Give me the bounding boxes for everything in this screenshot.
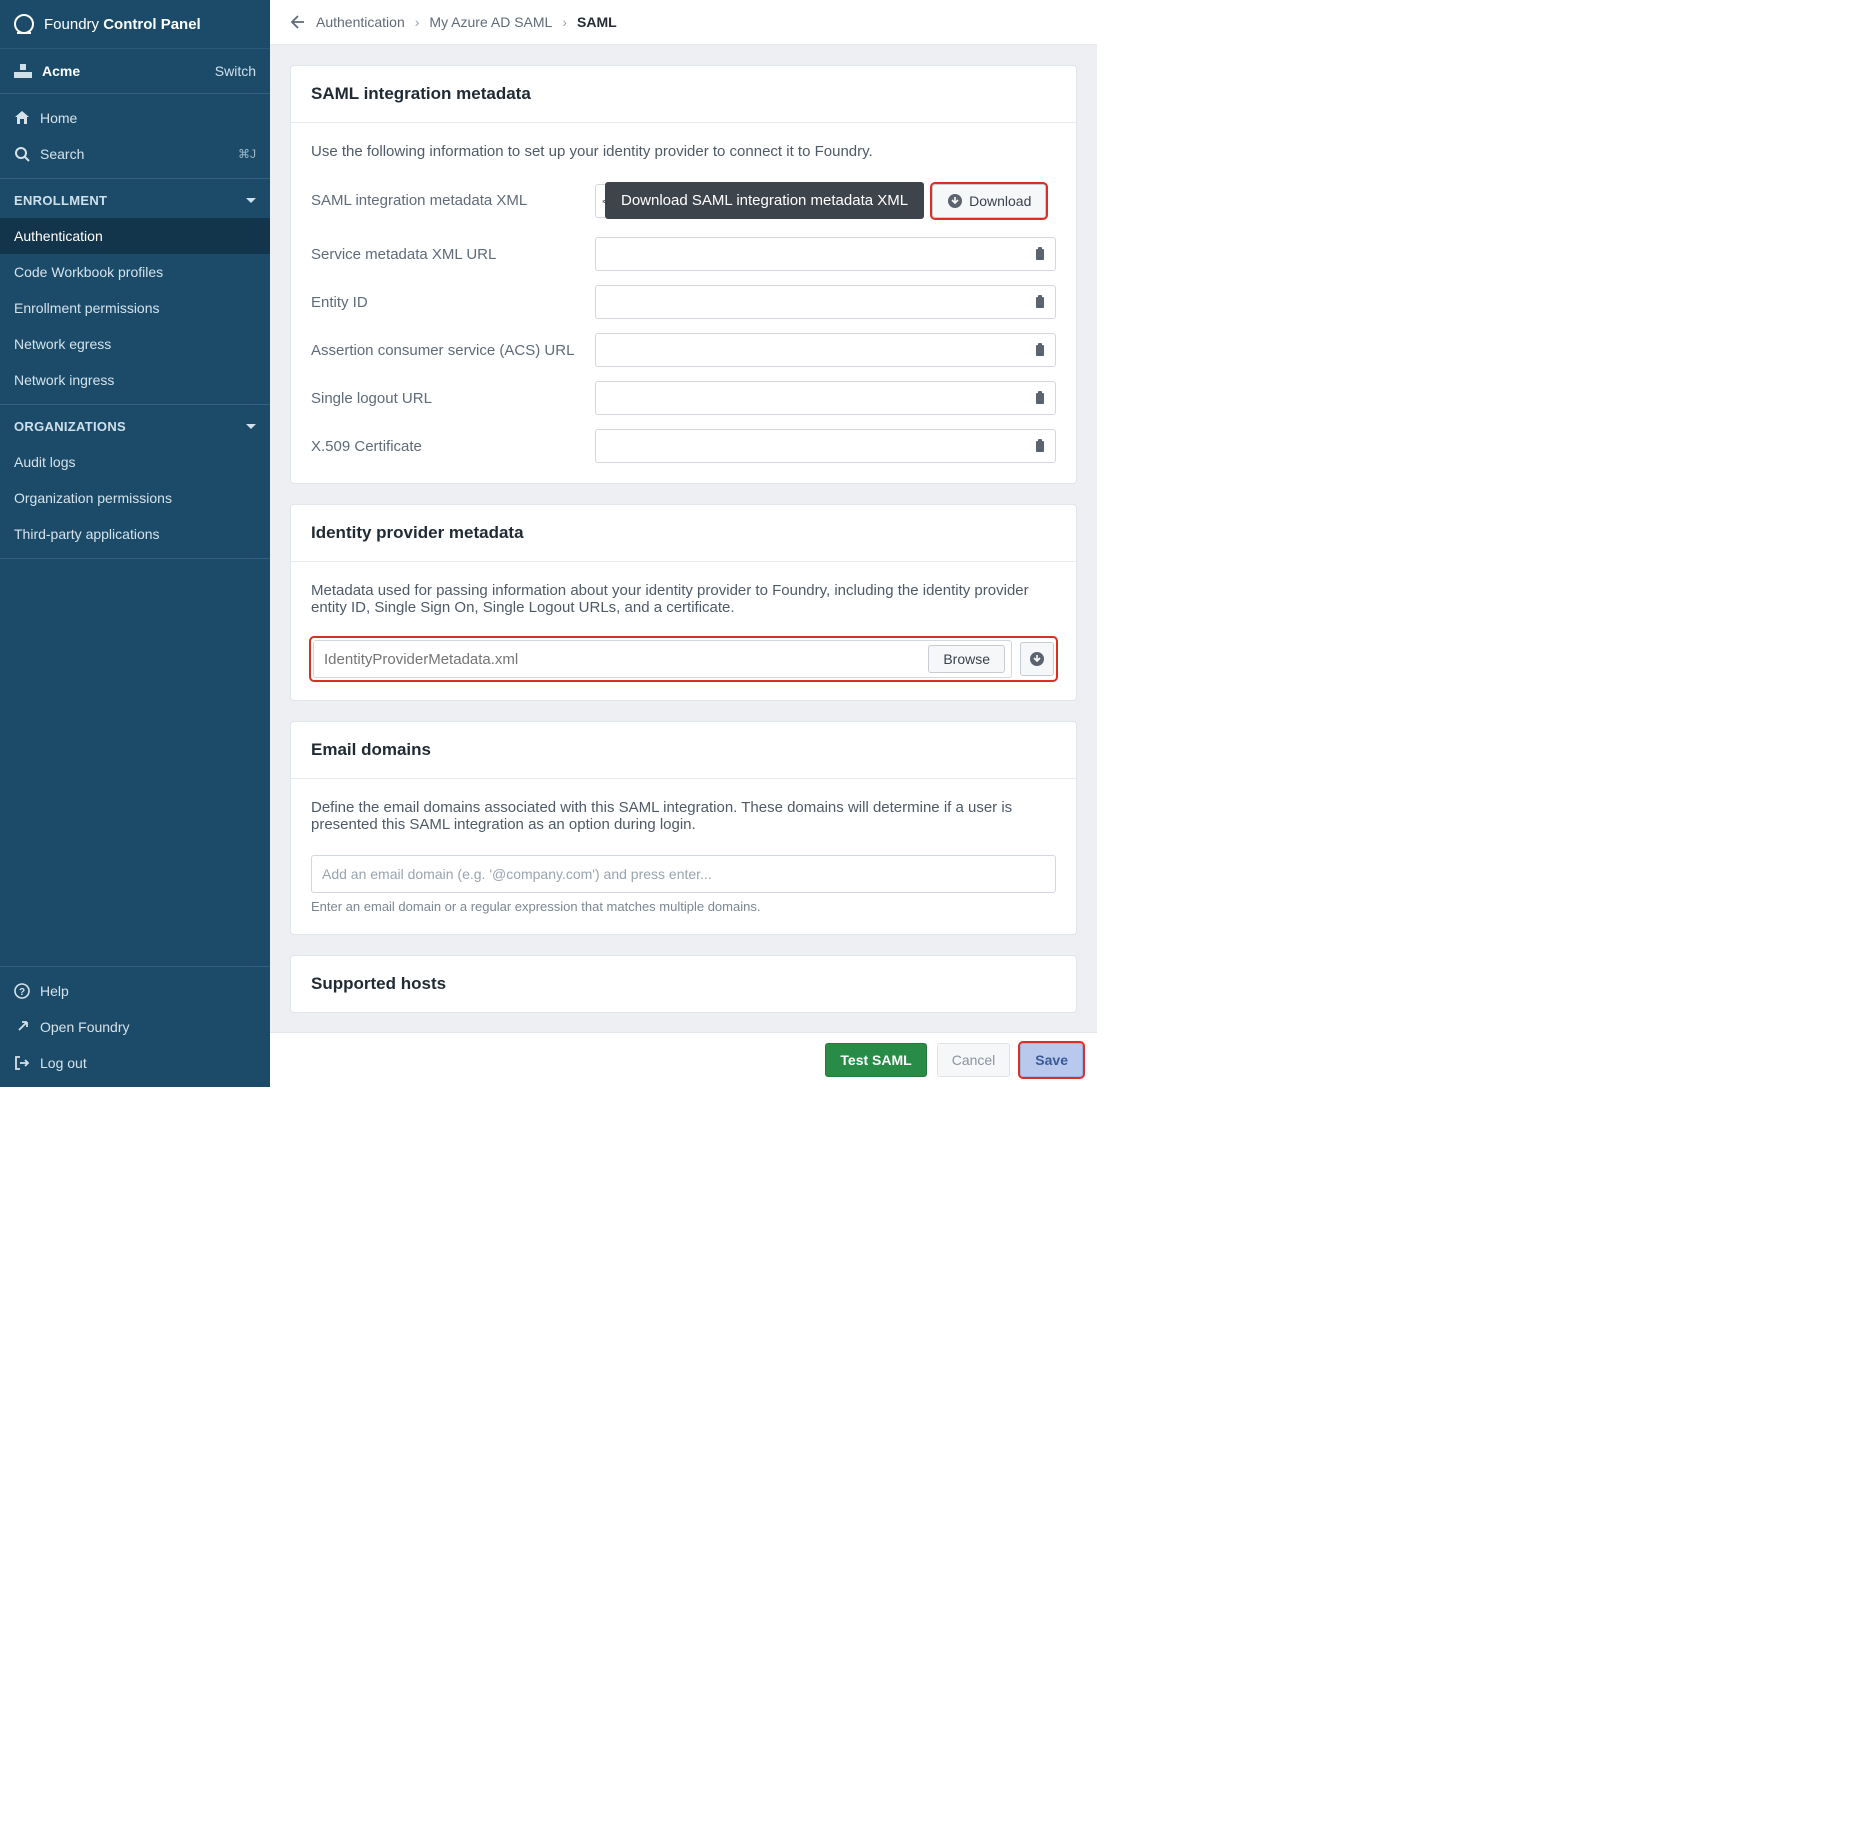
- logout-icon: [14, 1055, 30, 1071]
- chevron-right-icon: ›: [562, 14, 567, 30]
- clipboard-icon[interactable]: [1032, 390, 1048, 406]
- idp-metadata-header: Identity provider metadata: [291, 505, 1076, 562]
- service-url-input[interactable]: [595, 237, 1056, 271]
- chevron-down-icon: [246, 198, 256, 203]
- sidebar: Foundry Control Panel Acme Switch Home: [0, 0, 270, 1087]
- test-saml-button[interactable]: Test SAML: [825, 1043, 926, 1077]
- org-switcher[interactable]: Acme Switch: [0, 49, 270, 94]
- nav-enrollment-ingress[interactable]: Network ingress: [0, 362, 270, 398]
- idp-metadata-desc: Metadata used for passing information ab…: [311, 582, 1056, 616]
- back-arrow-icon[interactable]: [290, 14, 306, 30]
- idp-file-input[interactable]: [324, 651, 920, 668]
- download-icon: [947, 193, 963, 209]
- idp-download-button[interactable]: [1020, 642, 1054, 676]
- nav-enrollment-authentication[interactable]: Authentication: [0, 218, 270, 254]
- email-domains-desc: Define the email domains associated with…: [311, 799, 1056, 833]
- download-tooltip: Download SAML integration metadata XML: [605, 182, 924, 219]
- org-switch-link[interactable]: Switch: [215, 63, 256, 79]
- clipboard-icon[interactable]: [1032, 294, 1048, 310]
- clipboard-icon[interactable]: [1032, 342, 1048, 358]
- footer-actions: Test SAML Cancel Save: [270, 1032, 1097, 1087]
- idp-metadata-card: Identity provider metadata Metadata used…: [290, 504, 1077, 701]
- email-domains-header: Email domains: [291, 722, 1076, 779]
- saml-xml-label: SAML integration metadata XML: [311, 192, 581, 209]
- nav-open-foundry[interactable]: Open Foundry: [0, 1009, 270, 1045]
- brand: Foundry Control Panel: [0, 0, 270, 49]
- entity-id-label: Entity ID: [311, 294, 581, 311]
- slo-url-label: Single logout URL: [311, 390, 581, 407]
- external-link-icon: [14, 1019, 30, 1035]
- nav-group-enrollment[interactable]: ENROLLMENT: [0, 179, 270, 218]
- nav-log-out[interactable]: Log out: [0, 1045, 270, 1081]
- nav-org-third-party[interactable]: Third-party applications: [0, 516, 270, 552]
- breadcrumb-provider[interactable]: My Azure AD SAML: [429, 14, 552, 30]
- saml-xml-input: <: [595, 184, 605, 218]
- service-url-label: Service metadata XML URL: [311, 246, 581, 263]
- download-icon: [1029, 651, 1045, 667]
- saml-metadata-header: SAML integration metadata: [291, 66, 1076, 123]
- cancel-button[interactable]: Cancel: [937, 1043, 1011, 1077]
- saml-metadata-desc: Use the following information to set up …: [311, 143, 1056, 160]
- clipboard-icon[interactable]: [1032, 246, 1048, 262]
- org-name: Acme: [42, 63, 80, 79]
- email-domains-card: Email domains Define the email domains a…: [290, 721, 1077, 935]
- supported-hosts-header: Supported hosts: [291, 956, 1076, 1012]
- chevron-down-icon: [246, 424, 256, 429]
- acs-url-input[interactable]: [595, 333, 1056, 367]
- nav-org-audit-logs[interactable]: Audit logs: [0, 444, 270, 480]
- org-icon: [14, 64, 32, 78]
- acs-url-label: Assertion consumer service (ACS) URL: [311, 342, 581, 359]
- entity-id-input[interactable]: [595, 285, 1056, 319]
- brand-text: Foundry Control Panel: [44, 16, 201, 33]
- download-button[interactable]: Download: [932, 184, 1046, 218]
- chevron-right-icon: ›: [415, 14, 420, 30]
- breadcrumb-current: SAML: [577, 14, 617, 30]
- cert-label: X.509 Certificate: [311, 438, 581, 455]
- email-domain-hint: Enter an email domain or a regular expre…: [311, 899, 1056, 914]
- home-icon: [14, 110, 30, 126]
- supported-hosts-card: Supported hosts: [290, 955, 1077, 1013]
- search-shortcut: ⌘J: [238, 147, 256, 161]
- saml-metadata-card: SAML integration metadata Use the follow…: [290, 65, 1077, 484]
- svg-text:?: ?: [19, 987, 25, 998]
- nav-home[interactable]: Home: [0, 100, 270, 136]
- save-button[interactable]: Save: [1020, 1043, 1083, 1077]
- nav-enrollment-permissions[interactable]: Enrollment permissions: [0, 290, 270, 326]
- foundry-logo-icon: [14, 14, 34, 34]
- nav-enrollment-egress[interactable]: Network egress: [0, 326, 270, 362]
- idp-file-input-row: Browse: [313, 640, 1012, 678]
- help-icon: ?: [14, 983, 30, 999]
- nav-org-permissions[interactable]: Organization permissions: [0, 480, 270, 516]
- clipboard-icon[interactable]: [1032, 438, 1048, 454]
- breadcrumb-authentication[interactable]: Authentication: [316, 14, 405, 30]
- nav-help[interactable]: ? Help: [0, 973, 270, 1009]
- slo-url-input[interactable]: [595, 381, 1056, 415]
- email-domain-input[interactable]: [311, 855, 1056, 893]
- cert-input[interactable]: [595, 429, 1056, 463]
- nav-enrollment-code-workbook[interactable]: Code Workbook profiles: [0, 254, 270, 290]
- search-icon: [14, 146, 30, 162]
- browse-button[interactable]: Browse: [928, 645, 1005, 673]
- main: Authentication › My Azure AD SAML › SAML…: [270, 0, 1097, 1087]
- nav-group-organizations[interactable]: ORGANIZATIONS: [0, 405, 270, 444]
- nav-search[interactable]: Search ⌘J: [0, 136, 270, 172]
- breadcrumb: Authentication › My Azure AD SAML › SAML: [270, 0, 1097, 45]
